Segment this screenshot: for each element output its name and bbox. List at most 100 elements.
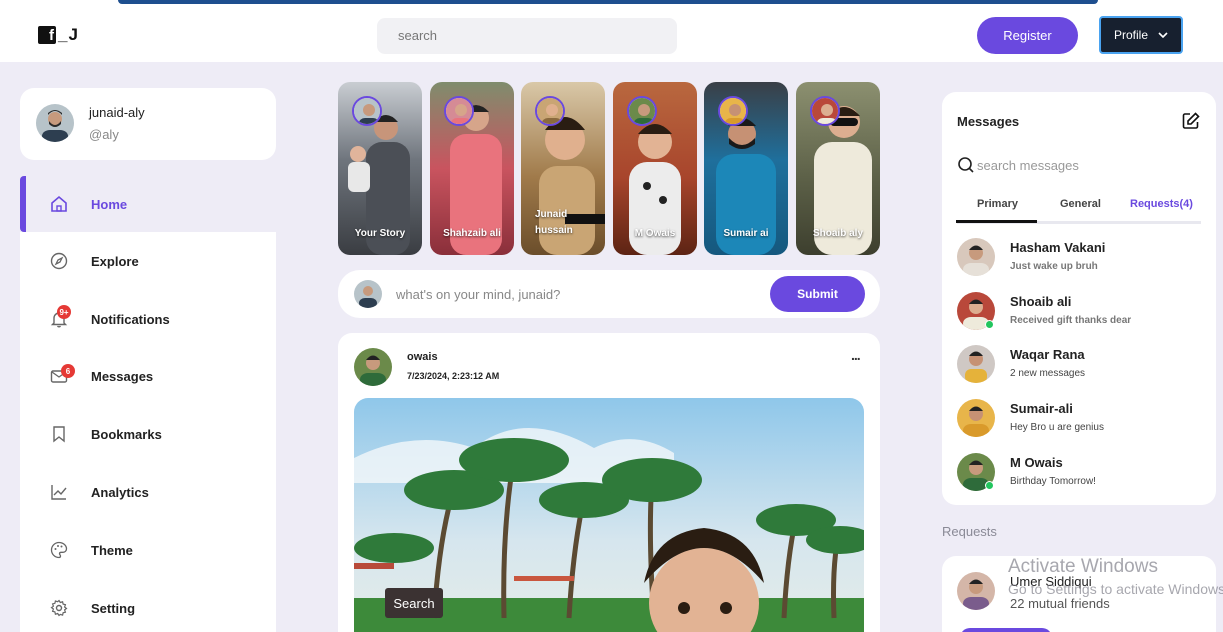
story-name: Your Story bbox=[354, 228, 406, 239]
profile-label: Profile bbox=[1113, 28, 1148, 42]
sidebar-item-label: Setting bbox=[91, 600, 136, 616]
search-icon bbox=[958, 157, 974, 173]
browser-tab-bar bbox=[118, 0, 1098, 4]
tab-primary[interactable]: Primary bbox=[956, 198, 1037, 223]
story-name: Shoaib aly bbox=[812, 228, 863, 239]
avatar bbox=[36, 104, 74, 142]
profile-name: junaid-aly bbox=[89, 105, 145, 120]
message-sender: Hasham Vakani bbox=[1010, 240, 1106, 255]
tab-general[interactable]: General bbox=[1060, 198, 1101, 210]
avatar bbox=[957, 238, 995, 276]
message-sender: M Owais bbox=[1010, 455, 1063, 470]
message-sender: Waqar Rana bbox=[1010, 347, 1085, 362]
sidebar-item-setting[interactable]: Setting bbox=[20, 580, 276, 632]
message-preview: Hey Bro u are genius bbox=[1010, 422, 1104, 433]
message-item[interactable]: Sumair-ali Hey Bro u are genius bbox=[957, 396, 1201, 440]
sidebar-item-label: Bookmarks bbox=[91, 426, 162, 442]
sidebar-item-bookmarks[interactable]: Bookmarks bbox=[20, 406, 276, 462]
messages-badge: 6 bbox=[61, 364, 75, 378]
message-preview: 2 new messages bbox=[1010, 368, 1086, 379]
message-preview: Received gift thanks dear bbox=[1010, 315, 1132, 326]
messages-title: Messages bbox=[957, 114, 1020, 129]
story-avatar bbox=[444, 96, 474, 126]
messages-panel: Messages search messages Primary General… bbox=[942, 92, 1216, 505]
tab-requests[interactable]: Requests(4) bbox=[1130, 198, 1193, 210]
edit-icon[interactable] bbox=[1181, 111, 1201, 131]
accept-button[interactable] bbox=[960, 628, 1052, 632]
avatar bbox=[957, 399, 995, 437]
sidebar-item-label: Theme bbox=[91, 542, 133, 558]
sidebar-item-label: Home bbox=[91, 196, 128, 212]
bookmark-icon bbox=[53, 426, 65, 443]
register-button[interactable]: Register bbox=[977, 17, 1078, 54]
story-name: Sumair ai bbox=[723, 228, 769, 239]
message-preview: Just wake up bruh bbox=[1010, 261, 1098, 272]
message-item[interactable]: M Owais Birthday Tomorrow! bbox=[957, 450, 1201, 494]
sidebar-item-explore[interactable]: Explore bbox=[20, 233, 276, 289]
post-author[interactable]: owais bbox=[407, 351, 438, 363]
profile-handle: @aly bbox=[89, 127, 119, 142]
watermark-title: Activate Windows bbox=[1008, 556, 1158, 577]
watermark-subtitle: Go to Settings to activate Windows. bbox=[1008, 581, 1223, 597]
sidebar-item-label: Explore bbox=[91, 253, 139, 269]
message-item[interactable]: Waqar Rana 2 new messages bbox=[957, 342, 1201, 386]
sidebar-item-label: Notifications bbox=[91, 311, 170, 327]
story-card[interactable]: Sumair ai bbox=[704, 82, 788, 255]
sidebar-item-messages[interactable]: 6 Messages bbox=[20, 348, 276, 404]
story-card[interactable]: Your Story bbox=[338, 82, 422, 255]
avatar[interactable] bbox=[354, 348, 392, 386]
story-name: Shahzaib ali bbox=[443, 228, 501, 239]
story-card[interactable]: M Owais bbox=[613, 82, 697, 255]
profile-card[interactable]: junaid-aly @aly bbox=[20, 88, 276, 160]
story-avatar bbox=[352, 96, 382, 126]
avatar bbox=[354, 280, 382, 308]
message-item[interactable]: Shoaib ali Received gift thanks dear bbox=[957, 289, 1201, 333]
search-tooltip: Search bbox=[385, 588, 443, 618]
message-item[interactable]: Hasham Vakani Just wake up bruh bbox=[957, 235, 1201, 279]
top-strip bbox=[0, 0, 1223, 9]
gear-icon bbox=[50, 599, 68, 617]
story-avatar bbox=[535, 96, 565, 126]
sidebar-item-label: Analytics bbox=[91, 484, 149, 500]
online-indicator bbox=[985, 320, 994, 329]
message-sender: Shoaib ali bbox=[1010, 294, 1072, 309]
chevron-down-icon bbox=[1158, 32, 1168, 38]
chart-icon bbox=[51, 485, 67, 500]
navbar: f _J search Register Profile bbox=[0, 9, 1223, 62]
post-input[interactable]: what's on your mind, junaid? bbox=[396, 287, 560, 302]
story-avatar bbox=[718, 96, 748, 126]
story-name: Junaid hussain bbox=[535, 209, 573, 236]
story-card[interactable]: Junaid hussain bbox=[521, 82, 605, 255]
sidebar-item-notifications[interactable]: 9+ Notifications bbox=[20, 291, 276, 347]
facebook-logo-icon: f bbox=[38, 26, 56, 44]
notification-badge: 9+ bbox=[57, 305, 71, 319]
sidebar-item-analytics[interactable]: Analytics bbox=[20, 464, 276, 520]
message-search-input[interactable]: search messages bbox=[957, 156, 1197, 176]
story-card[interactable]: Shoaib aly bbox=[796, 82, 880, 255]
post-timestamp: 7/23/2024, 2:23:12 AM bbox=[407, 371, 500, 381]
sidebar-item-home[interactable]: Home bbox=[20, 176, 276, 232]
palette-icon bbox=[50, 541, 68, 559]
post-more-button[interactable]: ... bbox=[851, 347, 861, 363]
message-sender: Sumair-ali bbox=[1010, 401, 1073, 416]
message-search-placeholder: search messages bbox=[977, 158, 1079, 173]
requests-heading: Requests bbox=[942, 524, 997, 539]
story-card[interactable]: Shahzaib ali bbox=[430, 82, 514, 255]
message-tabs: Primary General Requests(4) bbox=[956, 192, 1201, 224]
logo-text: _J bbox=[58, 25, 79, 44]
activate-windows-watermark: Activate Windows Go to Settings to activ… bbox=[1008, 556, 1223, 600]
avatar[interactable] bbox=[957, 572, 995, 610]
home-icon bbox=[51, 195, 67, 212]
message-preview: Birthday Tomorrow! bbox=[1010, 476, 1096, 487]
submit-button[interactable]: Submit bbox=[770, 276, 865, 312]
online-indicator bbox=[985, 481, 994, 490]
search-input[interactable]: search bbox=[377, 18, 677, 54]
avatar bbox=[957, 345, 995, 383]
logo[interactable]: f _J bbox=[38, 25, 79, 45]
compass-icon bbox=[50, 252, 68, 270]
sidebar-menu: Home Explore 9+ Notifications 6 Messages… bbox=[20, 176, 276, 632]
sidebar-item-theme[interactable]: Theme bbox=[20, 522, 276, 578]
story-avatar bbox=[810, 96, 840, 126]
profile-dropdown-button[interactable]: Profile bbox=[1099, 16, 1183, 54]
story-name: M Owais bbox=[634, 228, 676, 239]
